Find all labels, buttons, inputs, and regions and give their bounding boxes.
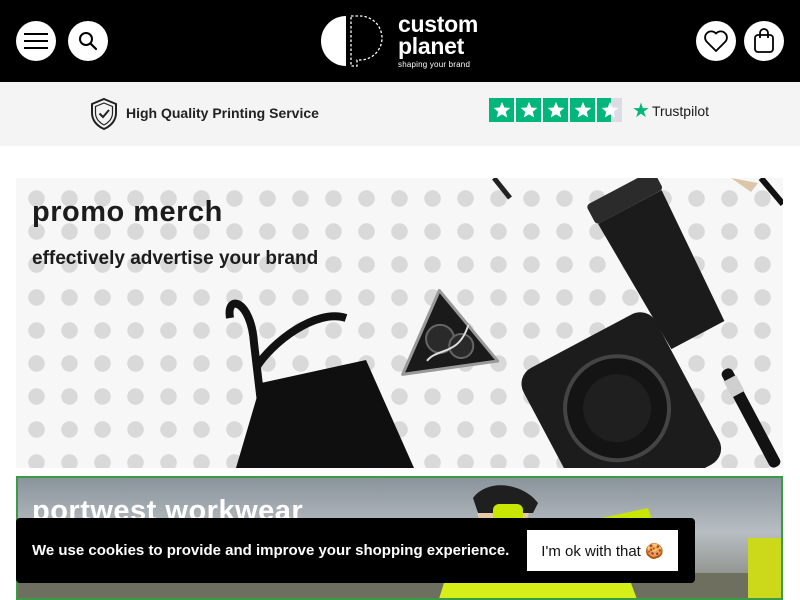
- logo-tagline: shaping your brand: [398, 60, 471, 69]
- star-icon: [516, 98, 541, 122]
- promo-subtitle: effectively advertise your brand: [32, 248, 319, 269]
- quality-text: High Quality Printing Service: [126, 105, 319, 121]
- logo-mark: [321, 15, 383, 67]
- promo-merch-banner[interactable]: promo merch effectively advertise your b…: [16, 178, 783, 468]
- trustpilot-rating-stars[interactable]: [489, 98, 622, 122]
- cookie-consent-banner: We use cookies to provide and improve yo…: [16, 518, 695, 583]
- star-icon: [543, 98, 568, 122]
- shopping-bag-icon: [754, 28, 774, 53]
- search-button[interactable]: [68, 21, 108, 61]
- trustpilot-label: Trustpilot: [651, 103, 709, 119]
- half-star-icon: [597, 98, 622, 122]
- cart-button[interactable]: [744, 21, 784, 61]
- cookie-accept-button[interactable]: I'm ok with that 🍪: [527, 530, 678, 571]
- star-icon: [489, 98, 514, 122]
- trustpilot-logo[interactable]: ★ Trustpilot: [632, 101, 709, 121]
- site-header: custom planet shaping your brand: [0, 0, 800, 82]
- logo-text-planet: planet: [398, 33, 464, 59]
- star-icon: [570, 98, 595, 122]
- menu-button[interactable]: [16, 21, 56, 61]
- hamburger-menu-icon: [24, 33, 48, 49]
- site-logo[interactable]: custom planet shaping your brand: [320, 13, 478, 69]
- heart-icon: [704, 30, 728, 52]
- search-icon: [79, 32, 98, 51]
- promo-title: promo merch: [32, 196, 223, 228]
- cookie-message: We use cookies to provide and improve yo…: [32, 542, 510, 559]
- wishlist-button[interactable]: [696, 21, 736, 61]
- shield-check-icon: [91, 97, 117, 131]
- trustpilot-star-icon: ★: [632, 100, 650, 122]
